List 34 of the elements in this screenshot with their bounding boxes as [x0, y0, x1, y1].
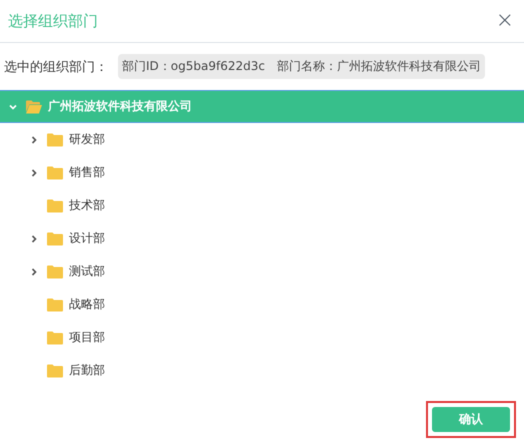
folder-icon: [47, 198, 63, 212]
caret-icon[interactable]: [29, 168, 39, 178]
node-label: 设计部: [69, 230, 105, 247]
tree-node[interactable]: 销售部: [0, 156, 524, 189]
selection-label: 选中的组织部门：: [4, 58, 108, 76]
tree-node[interactable]: 战略部: [0, 288, 524, 321]
tree-node[interactable]: 设计部: [0, 222, 524, 255]
folder-icon: [47, 132, 63, 146]
folder-icon: [26, 100, 42, 114]
folder-icon: [47, 364, 63, 378]
tree-node[interactable]: 后勤部: [0, 354, 524, 387]
caret-icon[interactable]: [29, 234, 39, 244]
node-label: 测试部: [69, 263, 105, 280]
folder-icon: [47, 264, 63, 278]
node-label: 项目部: [69, 329, 105, 346]
dialog-title: 选择组织部门: [8, 12, 98, 30]
tree-node[interactable]: 测试部: [0, 255, 524, 288]
tree-node[interactable]: 研发部: [0, 123, 524, 156]
folder-icon: [47, 330, 63, 344]
folder-icon: [47, 166, 63, 180]
node-label: 战略部: [69, 296, 105, 313]
caret-icon[interactable]: [29, 134, 39, 144]
tree-node[interactable]: 项目部: [0, 321, 524, 354]
tree-node[interactable]: 技术部: [0, 189, 524, 222]
node-label: 技术部: [69, 197, 105, 214]
node-label: 后勤部: [69, 362, 105, 379]
close-button[interactable]: ×: [494, 10, 516, 32]
node-label: 研发部: [69, 131, 105, 148]
node-label: 销售部: [69, 164, 105, 181]
selection-value: 部门ID：og5ba9f622d3c 部门名称：广州拓波软件科技有限公司: [118, 54, 485, 79]
folder-icon: [47, 232, 63, 246]
node-label: 广州拓波软件科技有限公司: [48, 98, 192, 115]
caret-icon[interactable]: [29, 266, 39, 276]
folder-icon: [47, 298, 63, 312]
